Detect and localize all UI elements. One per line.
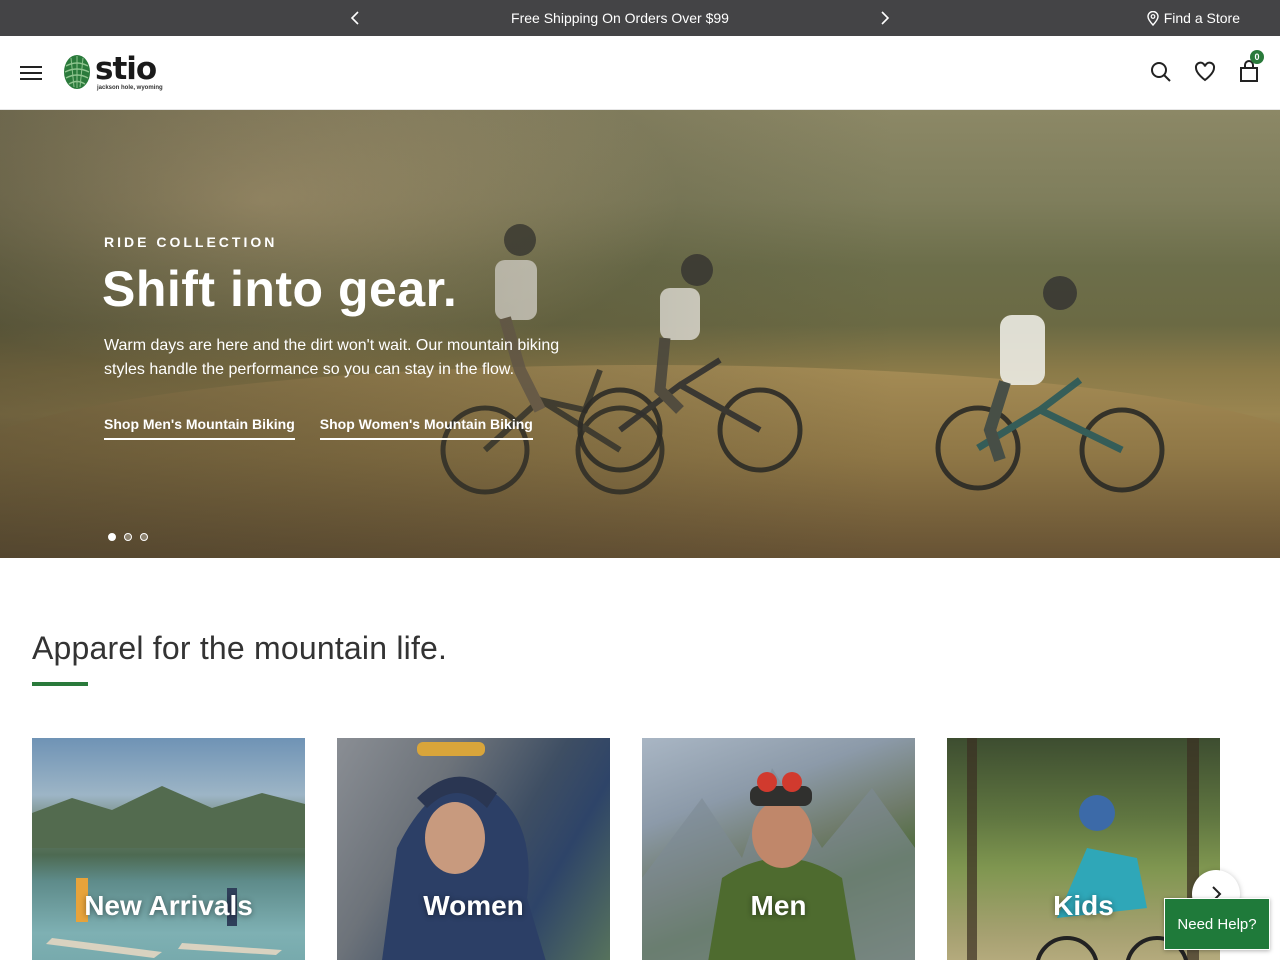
category-card-women[interactable]: Women xyxy=(337,738,610,960)
category-carousel: New Arrivals Women Men Kids xyxy=(32,738,1220,960)
location-pin-icon xyxy=(1147,10,1159,26)
category-label: Men xyxy=(750,890,807,921)
find-store-label: Find a Store xyxy=(1163,10,1240,26)
slide-dot-2[interactable] xyxy=(124,533,132,541)
menu-icon-bar xyxy=(20,78,42,80)
logo-wordmark: stio xyxy=(95,51,157,87)
section-title-rule xyxy=(32,682,88,686)
slide-dot-1[interactable] xyxy=(108,533,116,541)
category-photo-women xyxy=(382,742,546,960)
chevron-right-icon xyxy=(881,11,890,25)
category-card-men[interactable]: Men xyxy=(642,738,915,960)
announcement-message[interactable]: Free Shipping On Orders Over $99 xyxy=(0,0,1240,36)
category-label: Women xyxy=(423,890,524,921)
cart-button[interactable]: 0 xyxy=(1238,50,1264,84)
hero-eyebrow: RIDE COLLECTION xyxy=(104,234,278,250)
cart-count-badge: 0 xyxy=(1250,50,1264,64)
category-photo-men xyxy=(642,768,915,960)
category-label: New Arrivals xyxy=(84,890,253,921)
shop-mens-mtb-link[interactable]: Shop Men's Mountain Biking xyxy=(104,416,295,440)
need-help-button[interactable]: Need Help? xyxy=(1164,898,1270,950)
category-photo-paddleboard xyxy=(32,786,305,958)
menu-icon-bar xyxy=(20,72,42,74)
pinecone-logo-icon xyxy=(64,55,90,89)
section-title: Apparel for the mountain life. xyxy=(32,630,448,666)
hero-slide-dots xyxy=(108,533,148,541)
site-header: stio jackson hole, wyoming 0 xyxy=(0,36,1280,110)
search-icon xyxy=(1151,62,1171,82)
hero-banner[interactable]: RIDE COLLECTION Shift into gear. Warm da… xyxy=(0,110,1280,558)
logo-tagline: jackson hole, wyoming xyxy=(97,85,163,91)
site-logo[interactable]: stio jackson hole, wyoming xyxy=(62,52,172,96)
heart-icon xyxy=(1194,61,1216,82)
hero-headline: Shift into gear. xyxy=(102,261,458,317)
announcement-bar: Free Shipping On Orders Over $99 Find a … xyxy=(0,0,1280,36)
find-store-link[interactable]: Find a Store xyxy=(1147,0,1240,36)
announcement-next-button[interactable] xyxy=(875,9,893,27)
wishlist-button[interactable] xyxy=(1194,60,1216,84)
shop-womens-mtb-link[interactable]: Shop Women's Mountain Biking xyxy=(319,416,533,440)
menu-icon xyxy=(20,66,42,68)
category-card-new-arrivals[interactable]: New Arrivals xyxy=(32,738,305,960)
search-button[interactable] xyxy=(1150,60,1172,84)
menu-button[interactable] xyxy=(20,62,44,84)
slide-dot-3[interactable] xyxy=(140,533,148,541)
hero-subtext: Warm days are here and the dirt won't wa… xyxy=(104,337,560,378)
